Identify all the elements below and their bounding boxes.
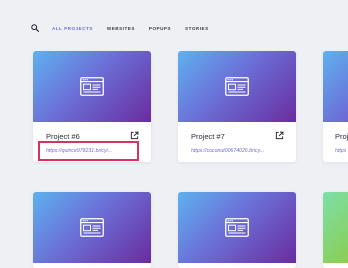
project-thumbnail[interactable] bbox=[323, 51, 348, 122]
tab-all-projects[interactable]: ALL PROJECTS bbox=[52, 26, 93, 31]
projects-page: ALL PROJECTS WEBSITES POPUPS STORIES Pro… bbox=[0, 0, 348, 268]
project-thumbnail[interactable] bbox=[33, 192, 151, 263]
project-info: Project #7 https://coconut00674026.bricy… bbox=[178, 122, 296, 162]
project-card[interactable]: Project #7 https://coconut00674026.bricy… bbox=[178, 51, 296, 162]
browser-window-icon bbox=[225, 77, 249, 96]
browser-window-icon bbox=[225, 218, 249, 237]
project-url-link[interactable]: https://quince978231.bricyi... bbox=[46, 148, 138, 154]
project-card[interactable] bbox=[323, 192, 348, 268]
tab-stories[interactable]: STORIES bbox=[185, 26, 209, 31]
tab-popups[interactable]: POPUPS bbox=[149, 26, 171, 31]
project-title: Project #7 bbox=[191, 132, 225, 141]
project-card[interactable] bbox=[33, 192, 151, 268]
project-info: Proj https bbox=[323, 122, 348, 162]
search-icon bbox=[31, 24, 39, 32]
project-thumbnail[interactable] bbox=[323, 192, 348, 263]
project-thumbnail[interactable] bbox=[33, 51, 151, 122]
project-thumbnail[interactable] bbox=[178, 51, 296, 122]
project-url-link[interactable]: https bbox=[335, 148, 348, 154]
filter-bar: ALL PROJECTS WEBSITES POPUPS STORIES bbox=[30, 22, 223, 34]
project-thumbnail[interactable] bbox=[178, 192, 296, 263]
project-info: Project #6 https://quince978231.bricyi..… bbox=[33, 122, 151, 162]
project-title: Project #6 bbox=[46, 132, 80, 141]
tab-websites[interactable]: WEBSITES bbox=[107, 26, 135, 31]
project-card[interactable]: Proj https bbox=[323, 51, 348, 162]
browser-window-icon bbox=[80, 77, 104, 96]
project-title: Proj bbox=[335, 132, 348, 141]
project-card[interactable] bbox=[178, 192, 296, 268]
project-url-link[interactable]: https://coconut00674026.bricy... bbox=[191, 148, 283, 154]
browser-window-icon bbox=[80, 218, 104, 237]
search-button[interactable] bbox=[30, 23, 40, 33]
external-link-icon[interactable] bbox=[130, 131, 139, 140]
external-link-icon[interactable] bbox=[275, 131, 284, 140]
project-card[interactable]: Project #6 https://quince978231.bricyi..… bbox=[33, 51, 151, 162]
